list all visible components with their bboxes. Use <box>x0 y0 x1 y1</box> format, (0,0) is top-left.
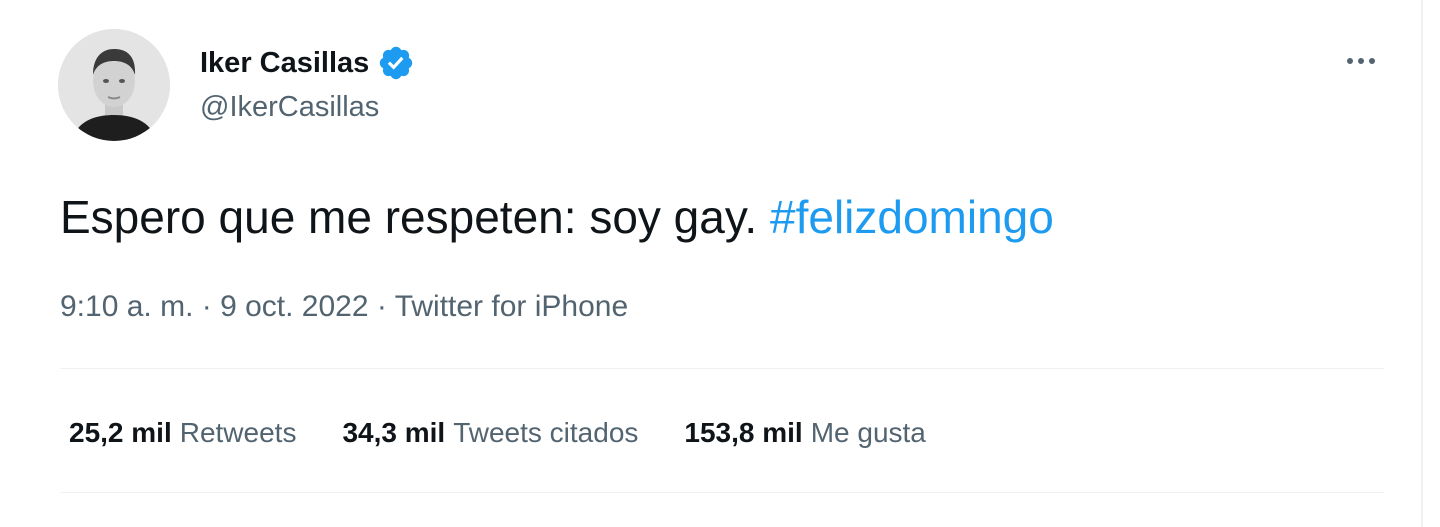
retweets-label: Retweets <box>179 417 297 448</box>
tweet-text: Espero que me respeten: soy gay. #felizd… <box>60 188 1054 246</box>
engagement-stats: 25,2 mil Retweets 34,3 mil Tweets citados … <box>69 413 972 453</box>
more-dot <box>1369 58 1375 64</box>
tweet-date[interactable]: 9 oct. 2022 <box>220 290 368 323</box>
tweet-source[interactable]: Twitter for iPhone <box>395 290 628 323</box>
meta-separator: · <box>201 290 212 323</box>
tweet-card: Iker Casillas @IkerCasillas Espero que m… <box>0 0 1440 527</box>
quote-tweets-count: 34,3 mil <box>342 417 446 448</box>
tweet-time[interactable]: 9:10 a. m. <box>60 290 193 323</box>
quote-tweets-label: Tweets citados <box>453 417 639 448</box>
more-dot <box>1358 58 1364 64</box>
author-handle[interactable]: @IkerCasillas <box>200 91 379 124</box>
more-horizontal-icon <box>1347 58 1353 64</box>
likes-count: 153,8 mil <box>684 417 803 448</box>
quote-tweets-stat[interactable]: 34,3 mil Tweets citados <box>342 413 638 453</box>
tweet-body: Espero que me respeten: soy gay. <box>60 191 758 243</box>
hashtag-link[interactable]: #felizdomingo <box>770 191 1054 243</box>
retweets-count: 25,2 mil <box>69 417 172 448</box>
tweet-meta: 9:10 a. m. · 9 oct. 2022 · Twitter for i… <box>60 287 628 327</box>
author-name-row: Iker Casillas <box>200 44 415 82</box>
divider <box>60 368 1384 369</box>
divider <box>60 492 1384 493</box>
author-display-name[interactable]: Iker Casillas <box>200 47 369 80</box>
retweets-stat[interactable]: 25,2 mil Retweets <box>69 413 296 453</box>
likes-stat[interactable]: 153,8 mil Me gusta <box>684 413 925 453</box>
more-options-button[interactable] <box>1338 44 1384 78</box>
column-border <box>1421 0 1423 527</box>
verified-badge-icon <box>377 44 415 82</box>
avatar[interactable] <box>58 29 170 141</box>
likes-label: Me gusta <box>810 417 926 448</box>
meta-separator: · <box>376 290 387 323</box>
avatar-photo <box>58 29 170 141</box>
